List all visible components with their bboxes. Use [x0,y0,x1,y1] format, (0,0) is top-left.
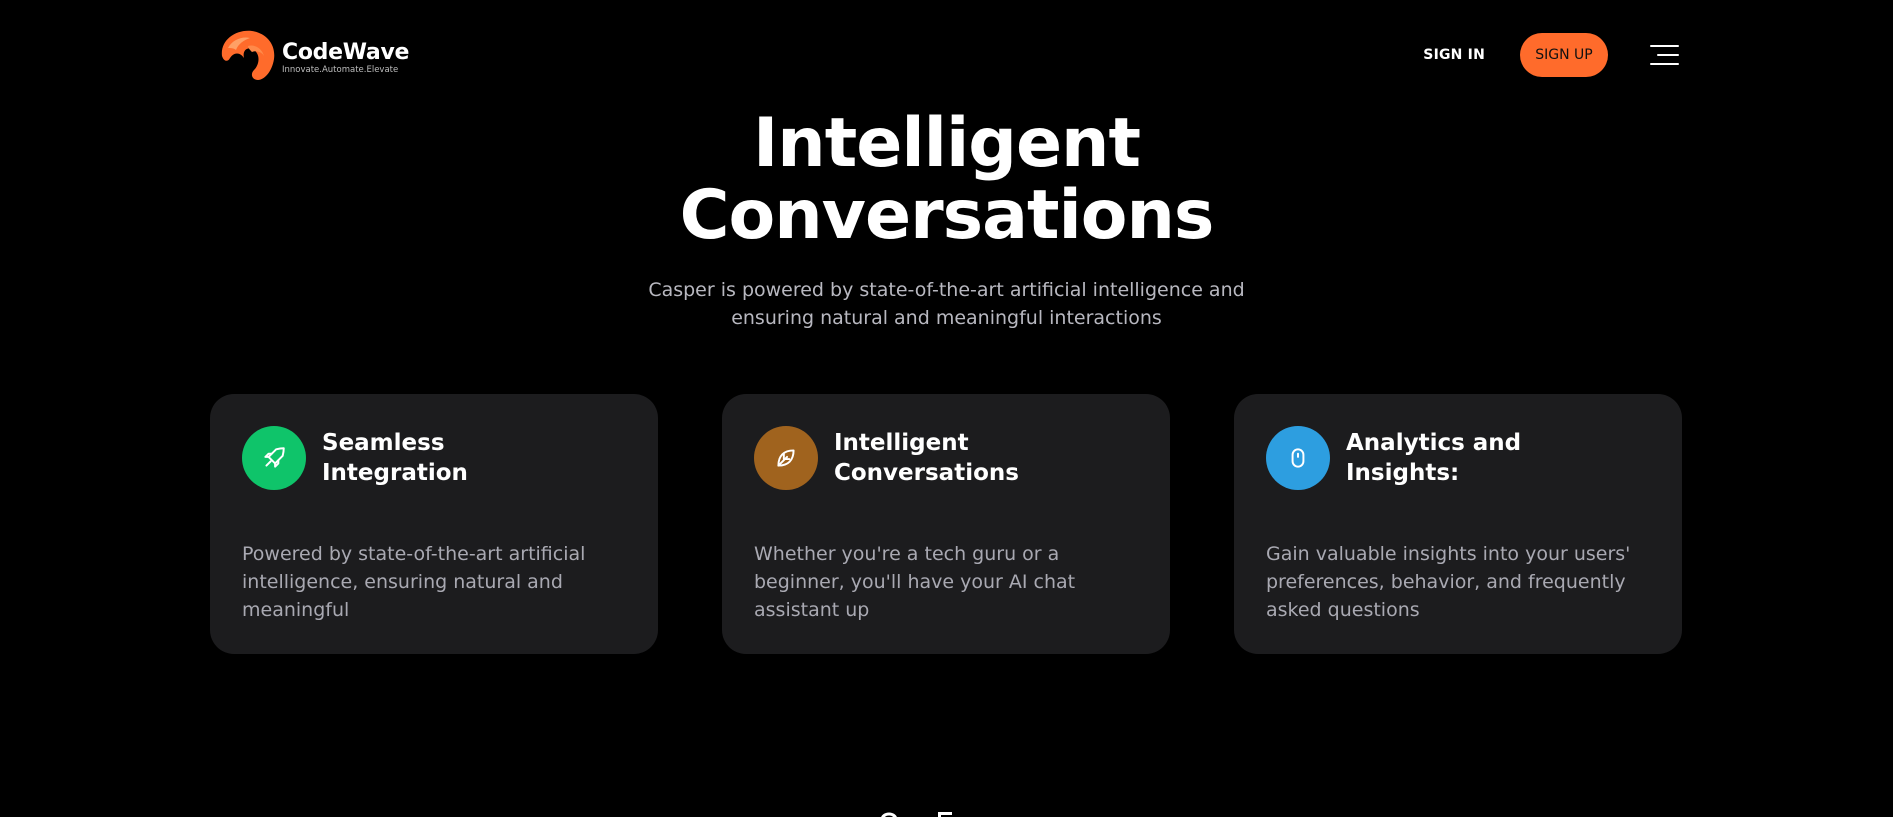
feature-card-seamless-integration: Seamless Integration Powered by state-of… [210,394,658,654]
feature-title-line-2: Conversations [834,460,1019,486]
sign-in-link[interactable]: SIGN IN [1423,47,1485,63]
codewave-logo-icon [221,30,275,80]
page-subtitle: Casper is powered by state-of-the-art ar… [0,276,1893,332]
rocket-icon [242,426,306,490]
feature-title: Analytics and Insights: [1346,428,1521,488]
header-actions: SIGN IN SIGN UP [1423,33,1679,77]
feature-title-line-1: Analytics and [1346,430,1522,456]
page: CodeWave Innovate.Automate.Elevate SIGN … [0,0,1893,817]
page-title-line-1: Intelligent [753,104,1141,183]
feature-title: Seamless Integration [322,428,468,488]
leaf-icon [754,426,818,490]
brand-name: CodeWave [282,40,410,65]
hamburger-menu-icon[interactable] [1650,45,1679,65]
page-title-line-2: Conversations [679,176,1215,255]
feature-description: Powered by state-of-the-art artificial i… [242,543,586,621]
feature-description: Gain valuable insights into your users' … [1266,543,1631,621]
mouse-icon [1266,426,1330,490]
feature-title: Intelligent Conversations [834,428,1019,488]
feature-card-intelligent-conversations: Intelligent Conversations Whether you're… [722,394,1170,654]
feature-title-line-1: Seamless [322,430,445,456]
next-section-heading-fragment [881,812,952,817]
sign-up-button[interactable]: SIGN UP [1520,33,1608,77]
feature-description: Whether you're a tech guru or a beginner… [754,543,1076,621]
feature-title-line-2: Integration [322,460,468,486]
brand-logo[interactable]: CodeWave Innovate.Automate.Elevate [214,26,409,82]
page-subtitle-line-1: Casper is powered by state-of-the-art ar… [648,279,1245,301]
feature-cards: Seamless Integration Powered by state-of… [210,394,1682,654]
feature-title-line-1: Intelligent [834,430,969,456]
page-title: Intelligent Conversations [0,108,1893,252]
brand-tagline: Innovate.Automate.Elevate [282,65,399,75]
feature-card-analytics-insights: Analytics and Insights: Gain valuable in… [1234,394,1682,654]
feature-title-line-2: Insights: [1346,460,1460,486]
page-subtitle-line-2: ensuring natural and meaningful interact… [731,307,1162,329]
